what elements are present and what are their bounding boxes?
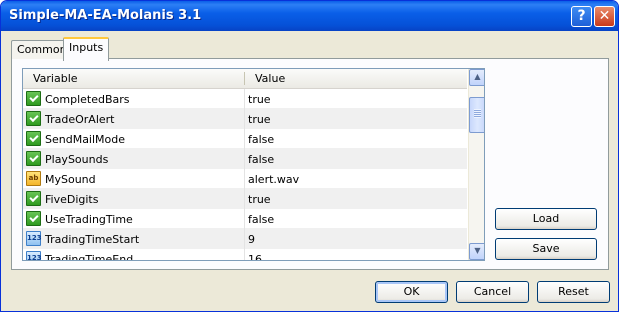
cell-divider: [244, 149, 245, 169]
table-row[interactable]: 123 TradingTimeEnd 16: [23, 249, 467, 261]
param-value[interactable]: 9: [248, 233, 255, 246]
vertical-scrollbar[interactable]: ▲ ▼: [468, 69, 484, 260]
bool-param-icon: [26, 191, 41, 206]
grid-header: Variable Value: [23, 69, 467, 89]
cell-divider: [244, 189, 245, 209]
param-name: TradingTimeStart: [45, 233, 140, 246]
table-row[interactable]: ab MySound alert.wav: [23, 169, 467, 189]
param-value[interactable]: false: [248, 213, 274, 226]
bool-param-icon: [26, 91, 41, 106]
string-param-icon: ab: [26, 171, 41, 186]
param-value[interactable]: 16: [248, 253, 262, 260]
scroll-thumb[interactable]: [469, 97, 484, 133]
param-value[interactable]: false: [248, 133, 274, 146]
cell-divider: [244, 89, 245, 109]
save-button[interactable]: Save: [495, 238, 597, 260]
cell-divider: [244, 229, 245, 249]
cell-divider: [244, 209, 245, 229]
close-button[interactable]: ✕: [594, 6, 615, 27]
param-value[interactable]: alert.wav: [248, 173, 299, 186]
cell-divider: [244, 109, 245, 129]
param-name: UseTradingTime: [45, 213, 133, 226]
title-bar[interactable]: Simple-MA-EA-Molanis 3.1 ? ✕: [1, 1, 618, 31]
table-row[interactable]: PlaySounds false: [23, 149, 467, 169]
table-row[interactable]: 123 TradingTimeStart 9: [23, 229, 467, 249]
window-title: Simple-MA-EA-Molanis 3.1: [9, 8, 202, 23]
cell-divider: [244, 169, 245, 189]
table-row[interactable]: FiveDigits true: [23, 189, 467, 209]
param-value[interactable]: true: [248, 193, 271, 206]
tab-inputs[interactable]: Inputs: [63, 37, 110, 61]
cell-divider: [244, 129, 245, 149]
scroll-up-icon[interactable]: ▲: [469, 69, 484, 86]
bool-param-icon: [26, 151, 41, 166]
bool-param-icon: [26, 211, 41, 226]
column-header-variable[interactable]: Variable: [33, 72, 78, 85]
param-name: TradingTimeEnd: [45, 253, 134, 261]
cancel-button[interactable]: Cancel: [456, 281, 529, 303]
cell-divider: [244, 249, 245, 260]
param-name: SendMailMode: [45, 133, 126, 146]
column-divider[interactable]: [244, 72, 245, 85]
ok-button[interactable]: OK: [375, 281, 448, 303]
param-name: MySound: [45, 173, 96, 186]
inputs-grid: Variable Value CompletedBars true TradeO…: [22, 68, 485, 261]
scroll-down-icon[interactable]: ▼: [469, 243, 484, 260]
reset-button[interactable]: Reset: [537, 281, 610, 303]
param-value[interactable]: true: [248, 93, 271, 106]
bool-param-icon: [26, 131, 41, 146]
table-row[interactable]: CompletedBars true: [23, 89, 467, 109]
load-button[interactable]: Load: [495, 208, 597, 230]
param-name: TradeOrAlert: [45, 113, 115, 126]
param-name: PlaySounds: [45, 153, 109, 166]
integer-param-icon: 123: [26, 231, 42, 246]
table-row[interactable]: SendMailMode false: [23, 129, 467, 149]
table-row[interactable]: UseTradingTime false: [23, 209, 467, 229]
param-value[interactable]: false: [248, 153, 274, 166]
param-value[interactable]: true: [248, 113, 271, 126]
table-row[interactable]: TradeOrAlert true: [23, 109, 467, 129]
integer-param-icon: 123: [26, 251, 42, 260]
bool-param-icon: [26, 111, 41, 126]
column-header-value[interactable]: Value: [255, 72, 285, 85]
param-name: CompletedBars: [45, 93, 130, 106]
dialog-window: Simple-MA-EA-Molanis 3.1 ? ✕ Common Inpu…: [0, 0, 619, 312]
help-button[interactable]: ?: [571, 6, 592, 27]
param-name: FiveDigits: [45, 193, 99, 206]
